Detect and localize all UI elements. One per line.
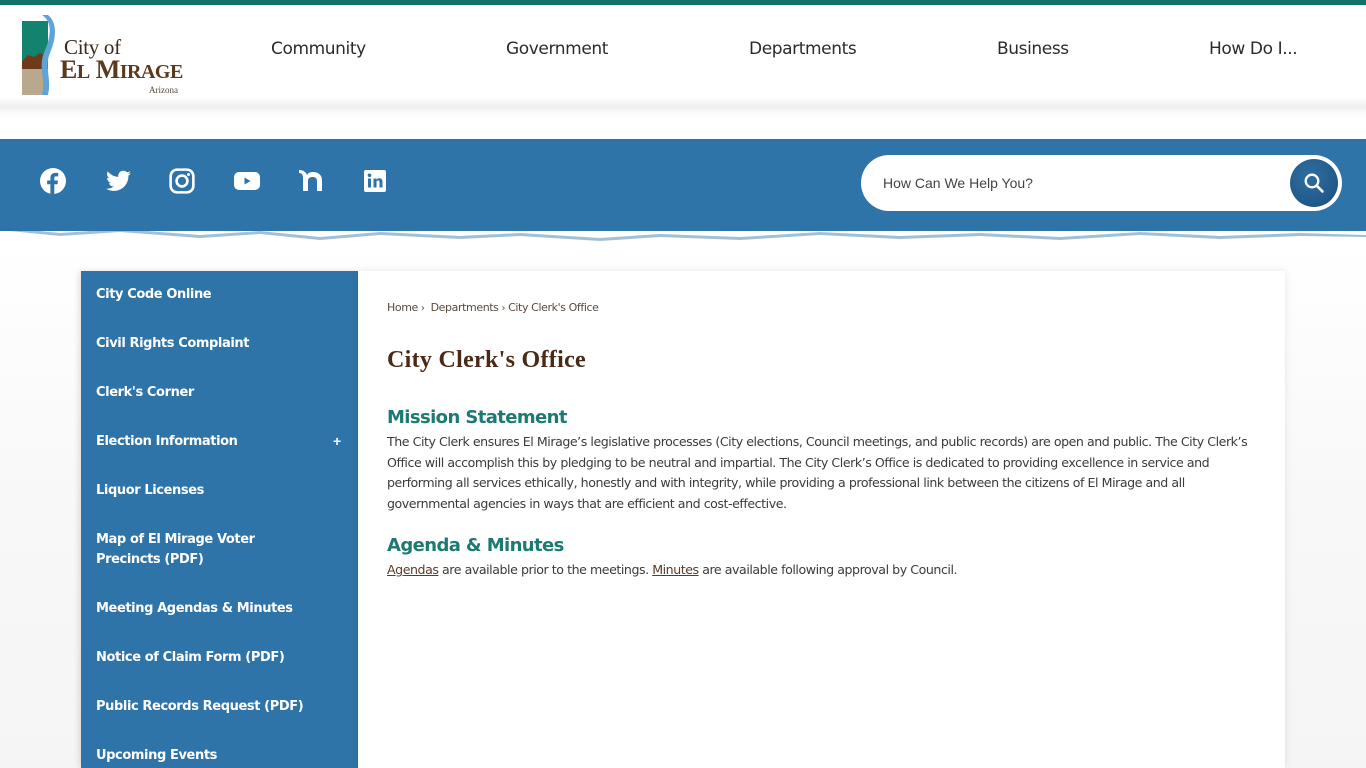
agendas-link[interactable]: Agendas [387,562,439,577]
nav-business[interactable]: Business [997,39,1069,59]
nav-departments[interactable]: Departments [749,39,857,59]
sidebar-item-voter-precincts-map[interactable]: Map of El Mirage Voter Precincts (PDF) [96,530,311,570]
youtube-link[interactable] [232,166,262,196]
agendas-note: are available prior to the meetings. [438,562,653,577]
site-header: City of EL MIRAGE Arizona Community Gove… [0,5,1366,139]
facebook-icon [40,168,66,194]
page-title: City Clerk's Office [387,347,586,373]
band-brush-edge [0,211,1366,241]
instagram-icon [169,168,195,194]
nextdoor-link[interactable] [296,166,326,196]
search-icon [1304,173,1324,193]
sidebar-item-notice-of-claim[interactable]: Notice of Claim Form (PDF) [96,648,346,668]
search-input[interactable] [883,169,1273,197]
sidebar-item-election-information[interactable]: Election Information [96,432,346,452]
minutes-link[interactable]: Minutes [652,562,699,577]
minutes-note: are available following approval by Coun… [698,562,958,577]
sidebar-item-civil-rights-complaint[interactable]: Civil Rights Complaint [96,334,346,354]
breadcrumb-home[interactable]: Home [387,301,418,314]
mission-statement-heading: Mission Statement [387,407,567,428]
header-brush-texture [0,97,1366,119]
agenda-minutes-heading: Agenda & Minutes [387,535,564,556]
twitter-icon [105,170,131,191]
breadcrumb: Home › Departments › City Clerk's Office [387,301,599,314]
nextdoor-icon [299,170,322,191]
sidebar-item-public-records-request[interactable]: Public Records Request (PDF) [96,697,346,717]
main-content: Home › Departments › City Clerk's Office Ci… [358,271,1285,768]
breadcrumb-separator: › [501,303,506,314]
nav-community[interactable]: Community [271,39,366,59]
agenda-minutes-text: Agendas are available prior to the meeti… [387,560,1257,581]
expand-plus-icon[interactable]: + [333,433,341,449]
nav-how-do-i[interactable]: How Do I... [1209,39,1298,59]
breadcrumb-separator: › [420,303,425,314]
sidebar-item-upcoming-events[interactable]: Upcoming Events [96,746,346,766]
sidebar-nav: City Code Online Civil Rights Complaint … [81,271,358,768]
logo-state: Arizona [149,85,178,95]
breadcrumb-current: City Clerk's Office [508,301,599,314]
sidebar-item-liquor-licenses[interactable]: Liquor Licenses [96,481,346,501]
linkedin-icon [364,170,386,192]
youtube-icon [234,172,260,190]
sidebar-item-city-code-online[interactable]: City Code Online [96,285,346,305]
site-search [861,155,1342,211]
breadcrumb-departments[interactable]: Departments [431,301,499,314]
facebook-link[interactable] [38,166,68,196]
search-button[interactable] [1290,159,1338,207]
main-nav: Community Government Departments Busines… [0,39,1366,73]
instagram-link[interactable] [167,166,197,196]
linkedin-link[interactable] [360,166,390,196]
twitter-link[interactable] [103,166,133,196]
sidebar-item-clerks-corner[interactable]: Clerk's Corner [96,383,346,403]
sidebar-item-meeting-agendas-minutes[interactable]: Meeting Agendas & Minutes [96,599,346,619]
mission-statement-text: The City Clerk ensures El Mirage’s legis… [387,434,1248,511]
nav-government[interactable]: Government [506,39,608,59]
